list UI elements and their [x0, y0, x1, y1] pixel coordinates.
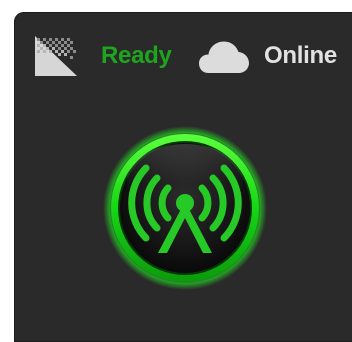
broadcast-antenna-icon — [103, 126, 267, 290]
ready-status-label: Ready — [101, 42, 172, 69]
signal-strength-icon — [35, 36, 77, 76]
status-panel: Ready Online — [14, 12, 352, 342]
online-status-label: Online — [264, 42, 337, 69]
broadcast-button[interactable] — [102, 125, 268, 291]
status-bar: Ready Online — [14, 12, 352, 92]
cloud-icon — [199, 41, 249, 73]
